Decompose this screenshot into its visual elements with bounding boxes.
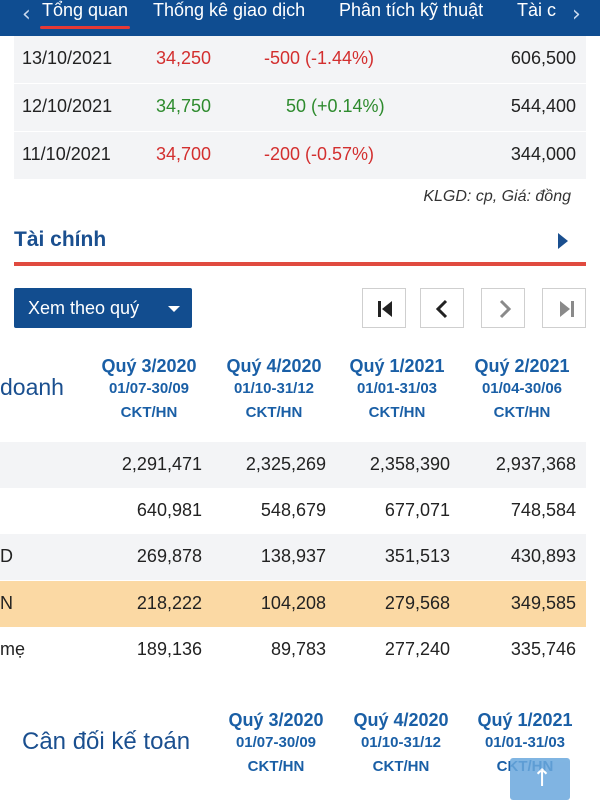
value-cell: 548,679: [260, 500, 326, 520]
chevron-left-icon[interactable]: ‹: [22, 2, 31, 27]
date-range-label: 01/07-30/09: [108, 380, 190, 397]
value-cell: 640,981: [136, 500, 202, 520]
table-row: 2,291,471 2,325,269 2,358,390 2,937,368: [0, 442, 586, 488]
tab-overview[interactable]: Tổng quan: [39, 0, 131, 29]
date-range-label: 01/10-31/12: [233, 380, 315, 397]
row-label: N: [0, 593, 13, 613]
volume-cell: 544,400: [510, 96, 576, 116]
price-cell: 34,250: [156, 48, 212, 68]
value-cell: 335,746: [510, 639, 576, 659]
units-note: KLGD: cp, Giá: đồng: [423, 188, 571, 205]
audit-label: CKT/HN: [372, 758, 430, 775]
change-cell: 50 (+0.14%): [286, 96, 385, 116]
table-row: 13/10/2021 34,250 -500 (-1.44%) 606,500: [14, 36, 586, 84]
value-cell: 279,568: [384, 593, 450, 613]
value-cell: 351,513: [384, 546, 450, 566]
table-row: 11/10/2021 34,700 -200 (-0.57%) 344,000: [14, 132, 586, 180]
value-cell: 748,584: [510, 500, 576, 520]
column-header-q3-2020: Quý 3/2020 01/07-30/09 CKT/HN: [216, 709, 336, 779]
tab-trading-statistics[interactable]: Thống kê giao dịch: [153, 0, 305, 26]
table-row: D 269,878 138,937 351,513 430,893: [0, 534, 586, 580]
next-page-icon: [499, 299, 512, 319]
date-range-label: 01/04-30/06: [481, 380, 563, 397]
audit-label: CKT/HN: [493, 404, 551, 421]
value-cell: 138,937: [260, 546, 326, 566]
audit-label: CKT/HN: [368, 404, 426, 421]
quarter-label: Quý 2/2021: [474, 356, 570, 376]
quarter-label: Quý 3/2020: [228, 710, 324, 730]
row-label: mẹ: [0, 639, 26, 659]
value-cell: 2,937,368: [495, 454, 576, 474]
value-cell: 104,208: [260, 593, 326, 613]
date-cell: 11/10/2021: [22, 144, 111, 164]
value-cell: 430,893: [510, 546, 576, 566]
caret-down-icon: [168, 306, 180, 312]
date-range-label: 01/07-30/09: [235, 734, 317, 751]
section-divider: [14, 262, 586, 266]
column-header-q2-2021: Quý 2/2021 01/04-30/06 CKT/HN: [462, 355, 582, 425]
value-cell: 677,071: [384, 500, 450, 520]
change-cell: -200 (-0.57%): [264, 144, 375, 164]
table-row: 12/10/2021 34,750 50 (+0.14%) 544,400: [14, 84, 586, 132]
tab-technical-analysis[interactable]: Phân tích kỹ thuật: [339, 0, 483, 26]
value-cell: 349,585: [510, 593, 576, 613]
value-cell: 277,240: [384, 639, 450, 659]
scroll-to-top-button[interactable]: ↑: [510, 758, 570, 800]
balance-sheet-title[interactable]: Cân đối kế toán: [22, 728, 190, 756]
value-cell: 189,136: [136, 639, 202, 659]
last-page-button[interactable]: [542, 288, 586, 328]
change-cell: -500 (-1.44%): [264, 48, 375, 68]
volume-cell: 606,500: [510, 48, 576, 68]
value-cell: 269,878: [136, 546, 202, 566]
row-label-header: doanh: [0, 374, 64, 400]
quarter-label: Quý 1/2021: [349, 356, 445, 376]
chevron-right-icon[interactable]: ›: [572, 2, 581, 27]
column-header-q4-2020: Quý 4/2020 01/10-31/12 CKT/HN: [214, 355, 334, 425]
price-history-table: 13/10/2021 34,250 -500 (-1.44%) 606,500 …: [14, 36, 586, 180]
column-header-q1-2021: Quý 1/2021 01/01-31/03 CKT/HN: [337, 355, 457, 425]
value-cell: 2,291,471: [121, 454, 202, 474]
value-cell: 2,358,390: [369, 454, 450, 474]
date-range-label: 01/01-31/03: [356, 380, 438, 397]
tab-bar: ‹ Tổng quan Thống kê giao dịch Phân tích…: [0, 0, 600, 36]
previous-page-icon: [435, 299, 448, 319]
next-page-button[interactable]: [481, 288, 525, 328]
column-header-q3-2020: Quý 3/2020 01/07-30/09 CKT/HN: [89, 355, 209, 425]
column-header-q4-2020: Quý 4/2020 01/10-31/12 CKT/HN: [341, 709, 461, 779]
quarter-label: Quý 4/2020: [353, 710, 449, 730]
table-row: mẹ 189,136 89,783 277,240 335,746: [0, 627, 586, 673]
date-cell: 12/10/2021: [22, 96, 113, 116]
audit-label: CKT/HN: [120, 404, 178, 421]
date-range-label: 01/10-31/12: [360, 734, 442, 751]
tab-financial[interactable]: Tài c: [517, 0, 556, 26]
value-cell: 2,325,269: [245, 454, 326, 474]
date-cell: 13/10/2021: [22, 48, 113, 68]
previous-page-button[interactable]: [420, 288, 464, 328]
date-range-label: 01/01-31/03: [484, 734, 566, 751]
value-cell: 89,783: [270, 639, 326, 659]
quarter-label: Quý 3/2020: [101, 356, 197, 376]
triangle-right-icon[interactable]: [558, 233, 568, 249]
table-row: 640,981 548,679 677,071 748,584: [0, 488, 586, 534]
quarter-label: Quý 4/2020: [226, 356, 322, 376]
first-page-button[interactable]: [362, 288, 406, 328]
audit-label: CKT/HN: [245, 404, 303, 421]
period-select[interactable]: Xem theo quý: [14, 288, 192, 328]
quarter-label: Quý 1/2021: [477, 710, 573, 730]
table-row-highlighted: N 218,222 104,208 279,568 349,585: [0, 581, 586, 627]
section-title-finance[interactable]: Tài chính: [14, 228, 106, 252]
last-page-icon: [560, 301, 574, 317]
volume-cell: 344,000: [510, 144, 576, 164]
row-label: D: [0, 546, 13, 566]
first-page-icon: [378, 301, 392, 317]
price-cell: 34,750: [156, 96, 212, 116]
value-cell: 218,222: [136, 593, 202, 613]
price-cell: 34,700: [156, 144, 212, 164]
arrow-up-icon: ↑: [532, 764, 553, 792]
period-select-label: Xem theo quý: [28, 298, 140, 318]
audit-label: CKT/HN: [247, 758, 305, 775]
